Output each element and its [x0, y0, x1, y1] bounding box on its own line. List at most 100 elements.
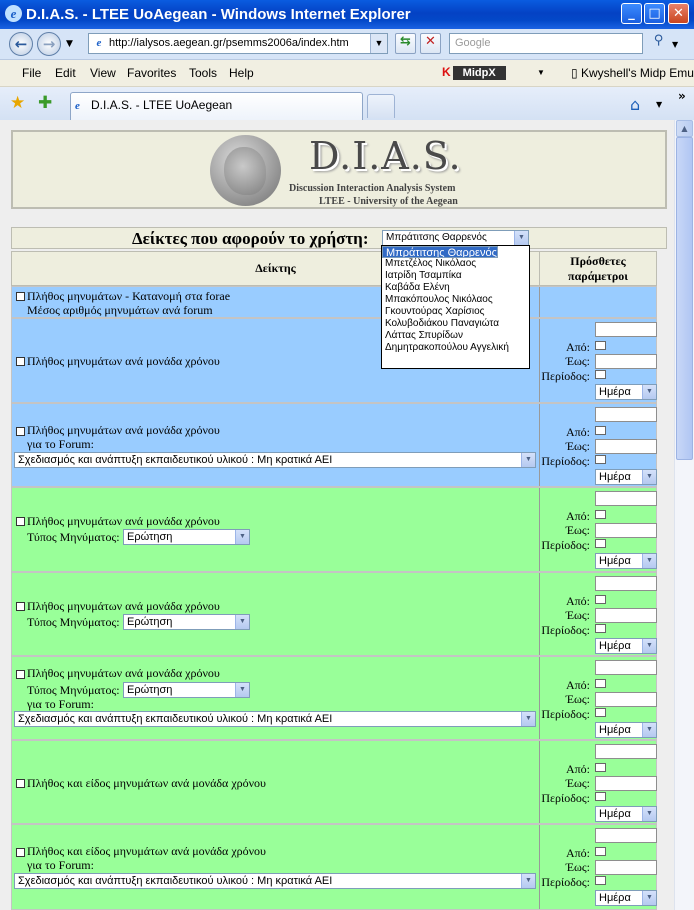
from-date-input[interactable] [595, 828, 657, 843]
from-calendar-icon[interactable] [595, 510, 606, 519]
scroll-up-icon[interactable]: ▲ [676, 120, 693, 137]
to-date-input[interactable] [595, 523, 657, 538]
user-select[interactable]: Μπράτιτσης Θαρρενός ▼ [382, 230, 529, 246]
indicator-checkbox[interactable] [16, 779, 25, 788]
indicator-checkbox[interactable] [16, 602, 25, 611]
vertical-scrollbar[interactable]: ▲ [674, 120, 694, 910]
chevron-down-icon[interactable]: ▼ [642, 470, 656, 484]
indicator-checkbox[interactable] [16, 670, 25, 679]
user-option[interactable]: Δημητρακοπούλου Αγγελική [382, 342, 529, 354]
msgtype-select[interactable]: Ερώτηση ▼ [123, 682, 250, 698]
forum-select[interactable]: Σχεδιασμός και ανάπτυξη εκπαιδευτικού υλ… [14, 452, 536, 468]
from-date-input[interactable] [595, 407, 657, 422]
history-dropdown-icon[interactable]: ▼ [66, 39, 73, 49]
from-calendar-icon[interactable] [595, 595, 606, 604]
from-date-input[interactable] [595, 744, 657, 759]
chevron-down-icon[interactable]: ▼ [235, 615, 249, 629]
address-field[interactable]: e http://ialysos.aegean.gr/psemms2006a/i… [88, 33, 388, 54]
indicator-checkbox[interactable] [16, 357, 25, 366]
midpx-toolbar-button[interactable]: K MidpX [442, 65, 506, 81]
user-option[interactable]: Μπετζέλος Νικόλαος [382, 258, 529, 270]
refresh-button[interactable]: ⇆ [395, 33, 416, 54]
to-calendar-icon[interactable] [595, 370, 606, 379]
user-option[interactable]: Λάττας Σπυρίδων [382, 330, 529, 342]
chevron-down-icon[interactable]: ▼ [642, 723, 656, 737]
period-select[interactable]: Ημέρα ▼ [595, 384, 657, 400]
user-option[interactable]: Μπράτιτσης Θαρρενός [382, 246, 498, 258]
from-calendar-icon[interactable] [595, 847, 606, 856]
user-option[interactable]: Κολυβοδιάκου Παναγιώτα [382, 318, 529, 330]
minimize-button[interactable]: _ [621, 3, 642, 24]
menu-help[interactable]: Help [229, 66, 254, 80]
chevron-down-icon[interactable]: ▼ [642, 385, 656, 399]
more-tools-icon[interactable]: » [678, 89, 686, 103]
forum-select[interactable]: Σχεδιασμός και ανάπτυξη εκπαιδευτικού υλ… [14, 873, 536, 889]
search-icon[interactable]: ⚲ [648, 33, 669, 54]
to-calendar-icon[interactable] [595, 624, 606, 633]
chevron-down-icon[interactable]: ▼ [521, 874, 535, 888]
chevron-down-icon[interactable]: ▼ [642, 639, 656, 653]
user-dropdown-list[interactable]: Μπράτιτσης Θαρρενός Φεσάκης Γιώργος Μπετ… [381, 245, 530, 369]
indicator-checkbox[interactable] [16, 517, 25, 526]
stop-button[interactable]: ✕ [420, 33, 441, 54]
to-date-input[interactable] [595, 860, 657, 875]
from-date-input[interactable] [595, 322, 657, 337]
user-option[interactable]: Ιατρίδη Τσαμπίκα [382, 270, 529, 282]
from-calendar-icon[interactable] [595, 679, 606, 688]
from-date-input[interactable] [595, 576, 657, 591]
to-date-input[interactable] [595, 439, 657, 454]
forum-select[interactable]: Σχεδιασμός και ανάπτυξη εκπαιδευτικού υλ… [14, 711, 536, 727]
to-date-input[interactable] [595, 692, 657, 707]
indicator-checkbox[interactable] [16, 427, 25, 436]
indicator-checkbox[interactable] [16, 848, 25, 857]
maximize-button[interactable]: □ [644, 3, 665, 24]
to-calendar-icon[interactable] [595, 539, 606, 548]
new-tab-button[interactable] [367, 94, 395, 118]
menu-edit[interactable]: Edit [55, 66, 76, 80]
to-calendar-icon[interactable] [595, 455, 606, 464]
period-select[interactable]: Ημέρα ▼ [595, 469, 657, 485]
search-input[interactable]: Google [449, 33, 643, 54]
address-dropdown-icon[interactable]: ▼ [370, 34, 387, 53]
forward-button[interactable]: → [37, 32, 61, 56]
chevron-down-icon[interactable]: ▼ [521, 453, 535, 467]
kwyshell-button[interactable]: ▯ Kwyshell's Midp Emu [571, 66, 694, 80]
period-select[interactable]: Ημέρα ▼ [595, 553, 657, 569]
scroll-thumb[interactable] [676, 137, 693, 460]
close-button[interactable]: ✕ [668, 3, 689, 24]
from-calendar-icon[interactable] [595, 341, 606, 350]
chevron-down-icon[interactable]: ▼ [642, 554, 656, 568]
to-date-input[interactable] [595, 776, 657, 791]
menu-file[interactable]: File [22, 66, 41, 80]
to-calendar-icon[interactable] [595, 876, 606, 885]
to-calendar-icon[interactable] [595, 708, 606, 717]
from-date-input[interactable] [595, 660, 657, 675]
user-option[interactable]: Μπακόπουλος Νικόλαος [382, 294, 529, 306]
period-select[interactable]: Ημέρα ▼ [595, 806, 657, 822]
add-favorites-icon[interactable]: ✚ [38, 93, 52, 113]
to-calendar-icon[interactable] [595, 792, 606, 801]
chevron-down-icon[interactable]: ▼ [642, 807, 656, 821]
midpx-dropdown-icon[interactable]: ▼ [537, 68, 545, 77]
from-calendar-icon[interactable] [595, 426, 606, 435]
to-date-input[interactable] [595, 608, 657, 623]
search-options-icon[interactable]: ▼ [672, 40, 678, 49]
period-select[interactable]: Ημέρα ▼ [595, 890, 657, 906]
menu-favorites[interactable]: Favorites [127, 66, 176, 80]
period-select[interactable]: Ημέρα ▼ [595, 722, 657, 738]
period-select[interactable]: Ημέρα ▼ [595, 638, 657, 654]
msgtype-select[interactable]: Ερώτηση ▼ [123, 529, 250, 545]
chevron-down-icon[interactable]: ▼ [521, 712, 535, 726]
from-date-input[interactable] [595, 491, 657, 506]
back-button[interactable]: ← [9, 32, 33, 56]
tab-dias[interactable]: e D.I.A.S. - LTEE UoAegean [70, 92, 363, 120]
menu-tools[interactable]: Tools [189, 66, 217, 80]
chevron-down-icon[interactable]: ▼ [235, 530, 249, 544]
indicator-checkbox[interactable] [16, 292, 25, 301]
home-icon[interactable]: ⌂ [630, 95, 640, 114]
favorites-star-icon[interactable]: ★ [10, 93, 25, 113]
user-option[interactable]: Καβάδα Ελένη [382, 282, 529, 294]
user-option[interactable]: Γκουντούρας Χαρίσιος [382, 306, 529, 318]
from-calendar-icon[interactable] [595, 763, 606, 772]
chevron-down-icon[interactable]: ▼ [642, 891, 656, 905]
